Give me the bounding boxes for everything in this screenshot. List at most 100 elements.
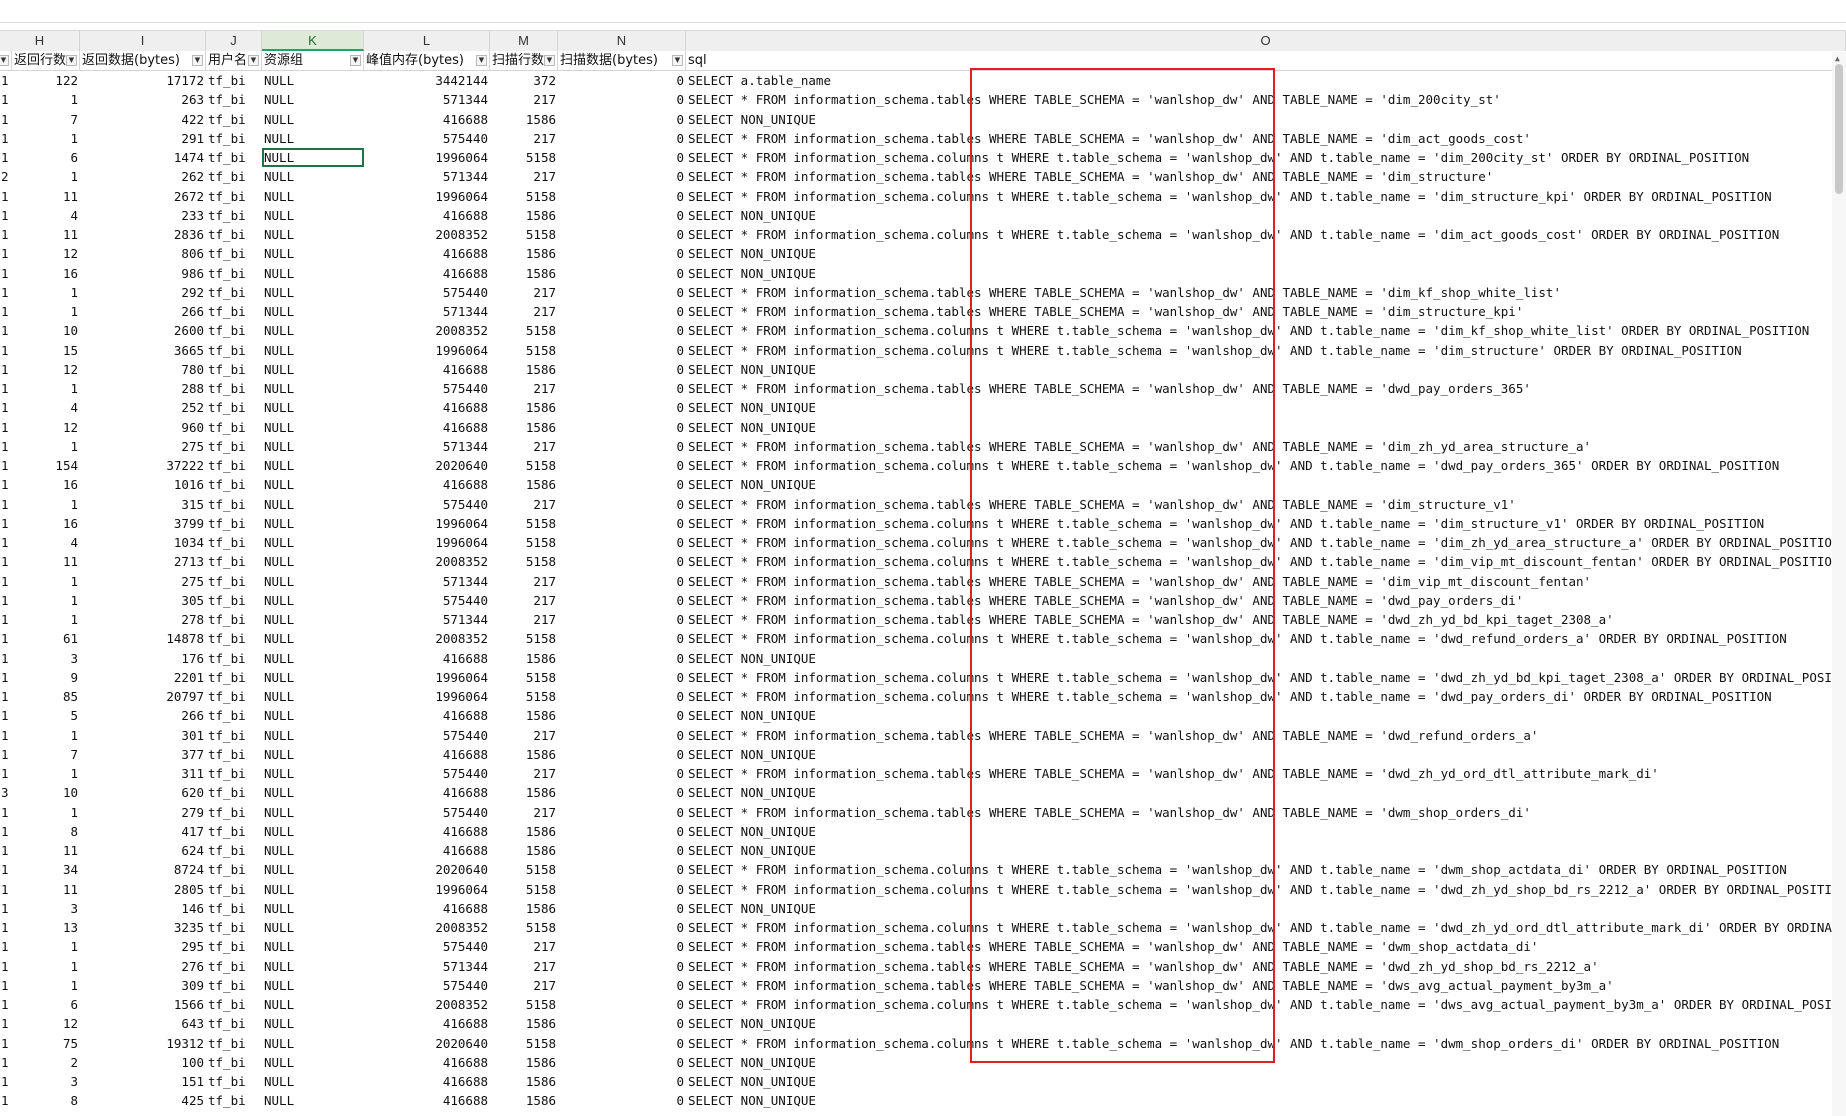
cell-resource-group[interactable]: NULL [262,187,364,206]
cell-username[interactable]: tf_bi [206,803,262,822]
cell-col-g[interactable]: 3 [0,783,12,802]
cell-scan-bytes[interactable]: 0 [558,995,686,1014]
cell-col-g[interactable]: 1 [0,283,12,302]
cell-bytes-returned[interactable]: 3665 [80,341,206,360]
cell-bytes-returned[interactable]: 37222 [80,456,206,475]
cell-username[interactable]: tf_bi [206,187,262,206]
cell-scan-rows[interactable]: 5158 [490,187,558,206]
cell-bytes-returned[interactable]: 252 [80,398,206,417]
cell-col-g[interactable]: 1 [0,841,12,860]
cell-rows-returned[interactable]: 1 [12,495,80,514]
cell-scan-rows[interactable]: 217 [490,803,558,822]
cell-peak-memory[interactable]: 575440 [364,379,490,398]
cell-rows-returned[interactable]: 1 [12,90,80,109]
cell-bytes-returned[interactable]: 305 [80,591,206,610]
cell-col-g[interactable]: 1 [0,629,12,648]
cell-resource-group[interactable]: NULL [262,899,364,918]
cell-sql[interactable]: SELECT * FROM information_schema.tables … [686,437,1846,456]
cell-col-g[interactable]: 1 [0,456,12,475]
cell-scan-rows[interactable]: 217 [490,302,558,321]
cell-rows-returned[interactable]: 1 [12,610,80,629]
cell-scan-bytes[interactable]: 0 [558,71,686,90]
cell-resource-group[interactable]: NULL [262,225,364,244]
cell-col-g[interactable]: 1 [0,764,12,783]
cell-peak-memory[interactable]: 416688 [364,264,490,283]
cell-bytes-returned[interactable]: 263 [80,90,206,109]
cell-bytes-returned[interactable]: 780 [80,360,206,379]
cell-bytes-returned[interactable]: 2836 [80,225,206,244]
cell-sql[interactable]: SELECT * FROM information_schema.columns… [686,148,1846,167]
cell-rows-returned[interactable]: 16 [12,514,80,533]
cell-sql[interactable]: SELECT * FROM information_schema.columns… [686,187,1846,206]
cell-sql[interactable]: SELECT * FROM information_schema.tables … [686,379,1846,398]
cell-bytes-returned[interactable]: 266 [80,706,206,725]
cell-scan-rows[interactable]: 1586 [490,206,558,225]
cell-peak-memory[interactable]: 416688 [364,206,490,225]
cell-bytes-returned[interactable]: 20797 [80,687,206,706]
cell-scan-bytes[interactable]: 0 [558,1014,686,1033]
cell-col-g[interactable]: 1 [0,418,12,437]
cell-sql[interactable]: SELECT NON_UNIQUE [686,418,1846,437]
cell-col-g[interactable]: 1 [0,918,12,937]
cell-scan-rows[interactable]: 5158 [490,321,558,340]
cell-bytes-returned[interactable]: 309 [80,976,206,995]
cell-resource-group[interactable]: NULL [262,957,364,976]
cell-peak-memory[interactable]: 575440 [364,283,490,302]
cell-peak-memory[interactable]: 1996064 [364,148,490,167]
cell-resource-group[interactable]: NULL [262,726,364,745]
cell-rows-returned[interactable]: 11 [12,841,80,860]
cell-sql[interactable]: SELECT * FROM information_schema.tables … [686,129,1846,148]
cell-scan-bytes[interactable]: 0 [558,668,686,687]
cell-scan-bytes[interactable]: 0 [558,398,686,417]
column-header-H[interactable]: H [0,31,80,51]
cell-sql[interactable]: SELECT * FROM information_schema.tables … [686,167,1846,186]
cell-rows-returned[interactable]: 1 [12,957,80,976]
cell-sql[interactable]: SELECT NON_UNIQUE [686,1091,1846,1110]
cell-username[interactable]: tf_bi [206,71,262,90]
cell-scan-bytes[interactable]: 0 [558,321,686,340]
cell-sql[interactable]: SELECT * FROM information_schema.tables … [686,495,1846,514]
cell-col-g[interactable]: 1 [0,129,12,148]
cell-col-g[interactable]: 1 [0,148,12,167]
cell-username[interactable]: tf_bi [206,1014,262,1033]
cell-rows-returned[interactable]: 1 [12,726,80,745]
cell-sql[interactable]: SELECT * FROM information_schema.columns… [686,514,1846,533]
cell-resource-group[interactable]: NULL [262,937,364,956]
cell-username[interactable]: tf_bi [206,398,262,417]
cell-resource-group[interactable]: NULL [262,1072,364,1091]
cell-username[interactable]: tf_bi [206,167,262,186]
cell-scan-rows[interactable]: 5158 [490,860,558,879]
cell-col-g[interactable]: 1 [0,937,12,956]
cell-username[interactable]: tf_bi [206,552,262,571]
cell-username[interactable]: tf_bi [206,783,262,802]
cell-rows-returned[interactable]: 16 [12,475,80,494]
cell-sql[interactable]: SELECT * FROM information_schema.tables … [686,572,1846,591]
cell-username[interactable]: tf_bi [206,1091,262,1110]
cell-rows-returned[interactable]: 1 [12,764,80,783]
cell-rows-returned[interactable]: 15 [12,341,80,360]
cell-scan-bytes[interactable]: 0 [558,495,686,514]
cell-scan-bytes[interactable]: 0 [558,225,686,244]
cell-resource-group[interactable]: NULL [262,533,364,552]
cell-col-g[interactable]: 1 [0,341,12,360]
cell-scan-bytes[interactable]: 0 [558,418,686,437]
cell-scan-rows[interactable]: 1586 [490,1091,558,1110]
cell-bytes-returned[interactable]: 292 [80,283,206,302]
cell-username[interactable]: tf_bi [206,533,262,552]
cell-rows-returned[interactable]: 6 [12,148,80,167]
cell-col-g[interactable]: 1 [0,995,12,1014]
cell-scan-bytes[interactable]: 0 [558,918,686,937]
cell-rows-returned[interactable]: 8 [12,822,80,841]
cell-scan-rows[interactable]: 372 [490,71,558,90]
cell-scan-bytes[interactable]: 0 [558,706,686,725]
cell-col-g[interactable]: 1 [0,206,12,225]
cell-scan-rows[interactable]: 217 [490,90,558,109]
cell-username[interactable]: tf_bi [206,726,262,745]
cell-bytes-returned[interactable]: 417 [80,822,206,841]
cell-resource-group[interactable]: NULL [262,1091,364,1110]
cell-scan-bytes[interactable]: 0 [558,283,686,302]
cell-sql[interactable]: SELECT * FROM information_schema.columns… [686,552,1846,571]
cell-username[interactable]: tf_bi [206,610,262,629]
cell-resource-group[interactable]: NULL [262,129,364,148]
cell-rows-returned[interactable]: 5 [12,706,80,725]
